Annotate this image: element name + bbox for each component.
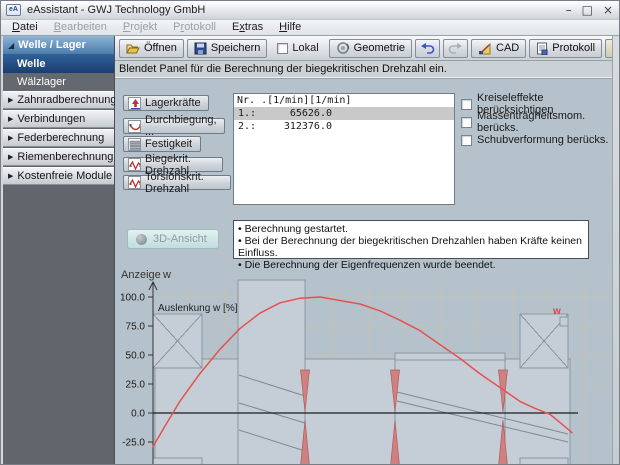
- display-value[interactable]: w: [162, 269, 171, 281]
- save-button[interactable]: Speichern: [187, 39, 268, 58]
- menu-projekt[interactable]: Projekt: [116, 20, 164, 35]
- sidebar-item-kostenfreie-module[interactable]: ▶ Kostenfreie Module: [3, 167, 114, 185]
- cad-icon: [478, 42, 492, 55]
- main-area: Öffnen Speichern Lokal Geometrie: [115, 36, 612, 465]
- sidebar-item-verbindungen[interactable]: ▶ Verbindungen: [3, 110, 114, 128]
- massentraegheitsmom-checkbox[interactable]: Massenträgheitsmom. berücks.: [461, 113, 612, 131]
- checkbox-icon: [461, 117, 472, 128]
- message-line: • Berechnung gestartet.: [238, 223, 584, 235]
- deflection-chart: 100.0 75.0 50.0 25.0 0.0 -25.0 Anzeige w Ausl…: [115, 263, 612, 465]
- deflection-curve-icon: [128, 120, 141, 133]
- collapsed-triangle-icon: ▶: [8, 130, 13, 147]
- checkbox-icon: [461, 135, 472, 146]
- menu-datei[interactable]: Datei: [5, 20, 45, 35]
- bending-wave-icon: [128, 158, 141, 171]
- collapsed-triangle-icon: ▶: [8, 92, 13, 109]
- table-row[interactable]: 1.: 65626.0: [234, 107, 454, 120]
- undo-button[interactable]: [415, 39, 440, 58]
- sidebar: ◢ Welle / Lager Welle Wälzlager ▶ Zahnra…: [3, 36, 115, 465]
- checkbox-icon: [461, 99, 472, 110]
- app-icon: eA: [6, 4, 21, 16]
- collapsed-triangle-icon: ▶: [8, 111, 13, 128]
- open-folder-icon: [126, 42, 140, 55]
- svg-text:75.0: 75.0: [126, 322, 146, 333]
- menu-extras[interactable]: Extras: [225, 20, 270, 35]
- menu-protokoll[interactable]: Protokoll: [166, 20, 223, 35]
- checkbox-icon: [277, 43, 288, 54]
- status-hint: Blendet Panel für die Berechnung der bie…: [115, 61, 612, 78]
- svg-text:100.0: 100.0: [120, 293, 145, 304]
- sidebar-item-riemenberechnung[interactable]: ▶ Riemenberechnung: [3, 148, 114, 166]
- svg-text:-25.0: -25.0: [122, 438, 145, 449]
- sidebar-item-welle-lager[interactable]: ◢ Welle / Lager: [3, 36, 114, 55]
- torsion-wave-icon: [128, 176, 141, 189]
- redo-icon: [448, 42, 463, 54]
- document-icon: [536, 42, 548, 55]
- display-label: Anzeige: [121, 269, 161, 281]
- open-button[interactable]: Öffnen: [119, 39, 184, 58]
- collapsed-triangle-icon: ▶: [8, 149, 13, 166]
- y-axis-ticks: 100.0 75.0 50.0 25.0 0.0 -25.0: [120, 293, 153, 449]
- sphere-icon: [136, 234, 147, 245]
- expanded-triangle-icon: ◢: [8, 36, 14, 55]
- bearing-forces-icon: [128, 97, 141, 110]
- message-line: • Bei der Berechnung der biegekritischen…: [238, 235, 584, 259]
- toolbar: Öffnen Speichern Lokal Geometrie: [115, 36, 612, 61]
- lagerkraefte-button[interactable]: Lagerkräfte: [123, 95, 209, 111]
- 3d-ansicht-button[interactable]: 3D-Ansicht: [127, 229, 219, 249]
- sidebar-item-waelzlager[interactable]: Wälzlager: [3, 73, 114, 91]
- geometrie-button[interactable]: Geometrie: [329, 39, 412, 58]
- svg-text:0.0: 0.0: [131, 409, 145, 420]
- options-group: Kreiseleffekte berücksichtigen Massenträ…: [461, 95, 612, 149]
- torsionskrit-drehzahl-button[interactable]: Torsionskrit. Drehzahl: [123, 175, 231, 190]
- collapsed-triangle-icon: ▶: [8, 168, 13, 185]
- cad-button[interactable]: CAD: [471, 39, 526, 58]
- menu-bearbeiten[interactable]: Bearbeiten: [47, 20, 114, 35]
- window-title: eAssistant - GWJ Technology GmbH: [27, 4, 560, 16]
- sidebar-item-zahnradberechnung[interactable]: ▶ Zahnradberechnung: [3, 91, 114, 109]
- floppy-disk-icon: [194, 42, 207, 55]
- geometry-gear-icon: [336, 41, 350, 55]
- calculation-messages: • Berechnung gestartet. • Bei der Berech…: [233, 220, 589, 259]
- strength-bars-icon: [128, 138, 141, 151]
- legend-w: w: [552, 306, 561, 317]
- menu-hilfe[interactable]: Hilfe: [272, 20, 308, 35]
- svg-text:25.0: 25.0: [126, 380, 146, 391]
- festigkeit-button[interactable]: Festigkeit: [123, 136, 201, 152]
- sidebar-item-welle[interactable]: Welle: [3, 55, 114, 73]
- protokoll-button[interactable]: Protokoll: [529, 39, 602, 58]
- table-header: Nr. .[1/min][1/min]: [234, 94, 454, 107]
- redo-button[interactable]: [443, 39, 468, 58]
- close-button[interactable]: ×: [603, 3, 613, 17]
- window-right-border: [612, 36, 619, 465]
- title-bar: eA eAssistant - GWJ Technology GmbH – □ …: [1, 1, 619, 20]
- maximize-button[interactable]: □: [582, 3, 593, 17]
- undo-icon: [420, 42, 435, 54]
- schubverformung-checkbox[interactable]: Schubverformung berücks.: [461, 131, 612, 149]
- minimize-button[interactable]: –: [566, 3, 572, 17]
- critical-speed-table: Nr. .[1/min][1/min] 1.: 65626.0 2.: 3123…: [233, 93, 455, 205]
- table-row[interactable]: 2.: 312376.0: [234, 120, 454, 133]
- y-axis-label: Auslenkung w [%]: [158, 303, 238, 314]
- lokal-checkbox[interactable]: Lokal: [273, 42, 322, 54]
- durchbiegung-button[interactable]: Durchbiegung, ...: [123, 118, 225, 134]
- menu-bar: Datei Bearbeiten Projekt Protokoll Extra…: [1, 20, 619, 36]
- app-window: eA eAssistant - GWJ Technology GmbH – □ …: [0, 0, 620, 465]
- svg-text:50.0: 50.0: [126, 351, 146, 362]
- calculation-panel: Lagerkräfte Durchbiegung, ... Festigkeit…: [115, 78, 612, 465]
- sidebar-item-federberechnung[interactable]: ▶ Federberechnung: [3, 129, 114, 147]
